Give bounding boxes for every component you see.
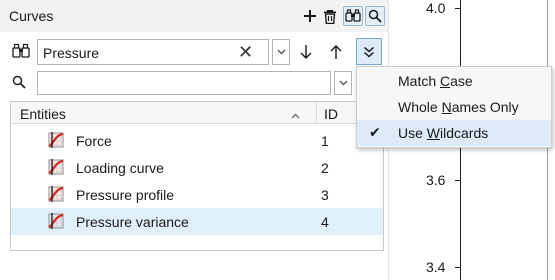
curve-icon (47, 131, 65, 152)
delete-icon (324, 9, 336, 24)
binoculars-icon (345, 9, 361, 22)
menu-item-use-wildcards[interactable]: ✔ Use Wildcards (357, 120, 551, 146)
table-row[interactable]: Loading curve 2 (11, 154, 383, 181)
search-history-dropdown[interactable] (272, 39, 290, 65)
menu-item-label: Use Wildcards (398, 125, 489, 141)
entities-table: Entities ID Force 1 Loading curve 2 Pres… (10, 101, 384, 251)
y-axis-tick (455, 180, 461, 181)
entity-name: Loading curve (76, 160, 164, 176)
menu-item-whole-names-only[interactable]: Whole Names Only (357, 94, 551, 120)
entity-id: 4 (321, 214, 329, 230)
search-options-button[interactable] (356, 38, 382, 65)
filter-row (0, 70, 388, 96)
column-header-entities[interactable]: Entities (20, 106, 66, 122)
search-input[interactable]: Pressure ✕ (37, 39, 269, 65)
filter-input[interactable] (37, 71, 331, 95)
find-icon (368, 9, 382, 23)
entity-id: 1 (321, 133, 329, 149)
binoculars-toggle-button[interactable] (343, 6, 363, 26)
arrow-down-icon (300, 45, 312, 59)
menu-item-label: Match Case (398, 73, 473, 89)
search-row: Pressure ✕ (0, 38, 388, 66)
checkmark-icon: ✔ (369, 124, 381, 140)
search-input-value: Pressure (43, 45, 100, 61)
search-icon (12, 75, 26, 92)
entity-id: 3 (321, 187, 329, 203)
chevron-down-icon (277, 49, 285, 55)
y-axis-tick (455, 267, 461, 268)
entity-name: Pressure variance (76, 214, 189, 230)
column-header-id[interactable]: ID (324, 106, 338, 122)
find-button[interactable] (365, 6, 385, 26)
delete-button[interactable] (320, 6, 340, 26)
binoculars-icon (12, 43, 30, 62)
table-header: Entities ID (11, 102, 383, 124)
menu-item-match-case[interactable]: Match Case (357, 68, 551, 94)
menu-item-label: Whole Names Only (398, 99, 519, 115)
chevron-down-icon (339, 80, 347, 86)
curve-icon (47, 158, 65, 179)
entity-name: Force (76, 133, 112, 149)
add-button[interactable] (300, 6, 320, 26)
find-next-button[interactable] (295, 40, 317, 64)
panel-header: Curves (0, 0, 388, 32)
y-axis-tick-label: 3.6 (426, 172, 446, 188)
arrow-up-icon (330, 45, 342, 59)
double-chevron-down-icon (364, 46, 374, 58)
filter-dropdown[interactable] (334, 71, 352, 95)
sort-ascending-icon[interactable] (291, 106, 300, 122)
curves-panel: Curves Pressure ✕ Entities ID Force 1 Lo… (0, 0, 388, 280)
y-axis-tick-label: 4.0 (426, 0, 446, 16)
add-icon (304, 10, 316, 22)
panel-title: Curves (9, 8, 54, 24)
search-options-menu: Match Case Whole Names Only ✔ Use Wildca… (356, 66, 552, 148)
entity-name: Pressure profile (76, 187, 175, 203)
y-axis-tick-label: 3.4 (426, 259, 446, 275)
column-divider[interactable] (316, 102, 317, 124)
table-row-selected[interactable]: Pressure variance 4 (11, 208, 383, 235)
table-row[interactable]: Pressure profile 3 (11, 181, 383, 208)
y-axis-tick (455, 8, 461, 9)
curve-icon (47, 185, 65, 206)
table-row[interactable]: Force 1 (11, 127, 383, 154)
find-previous-button[interactable] (325, 40, 347, 64)
clear-search-icon[interactable]: ✕ (238, 42, 253, 62)
curve-icon (47, 212, 65, 233)
entity-id: 2 (321, 160, 329, 176)
